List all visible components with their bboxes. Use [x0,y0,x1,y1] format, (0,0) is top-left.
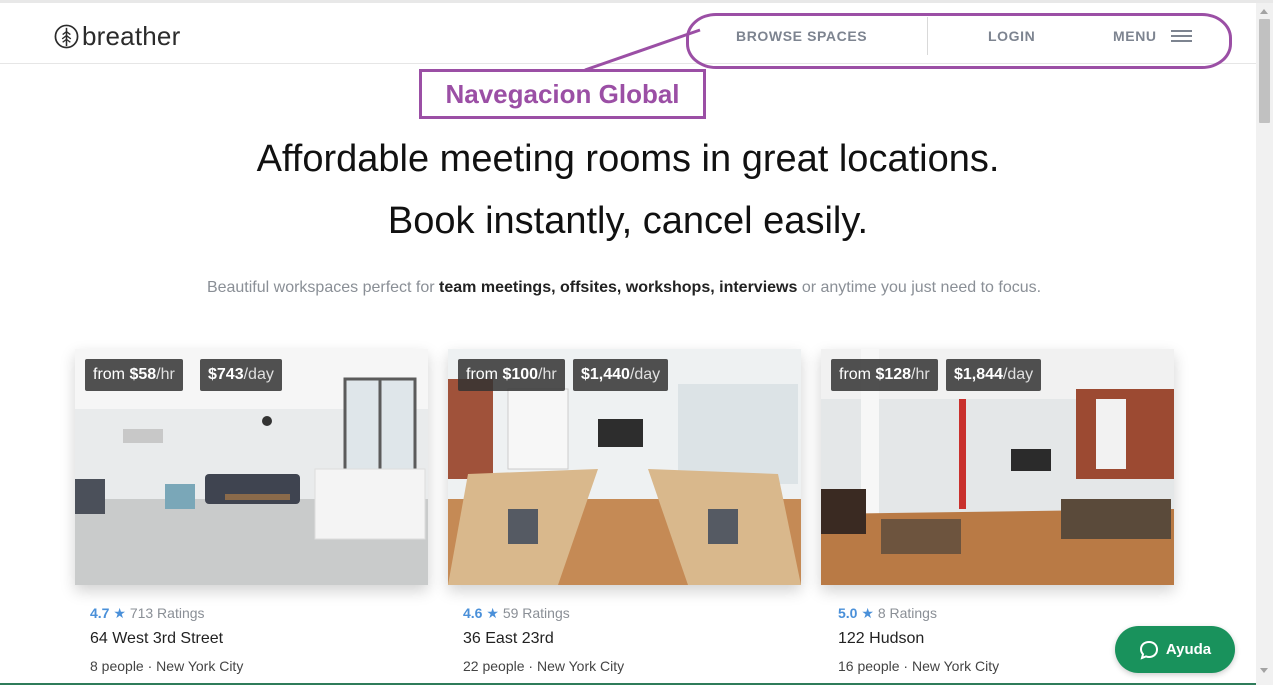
listing-address[interactable]: 36 East 23rd [463,630,554,648]
listing-address[interactable]: 64 West 3rd Street [90,630,223,648]
hourly-price-badge: from $100/hr [458,359,565,391]
help-label: Ayuda [1165,641,1212,658]
price-prefix: from [839,366,871,383]
listing-city: New York City [536,658,625,674]
daily-price: $1,440 [581,366,630,383]
listing-rating: 5.0 ★ 8 Ratings [838,605,937,622]
listing-capacity: 16 people [838,658,900,674]
listing-photo[interactable]: from $128/hr $1,844/day [821,349,1174,585]
hourly-unit: /hr [538,366,557,383]
daily-price-badge: $1,440/day [573,359,669,391]
description-text-end: or anytime you just need to focus. [797,279,1042,296]
hero-subheadline: Book instantly, cancel easily. [387,200,869,242]
listing-city: New York City [156,658,244,674]
scroll-down-arrow-icon[interactable] [1260,668,1268,673]
ratings-count: 8 Ratings [877,605,937,621]
listing-capacity: 22 people [463,658,525,674]
scrollbar-thumb[interactable] [1259,19,1270,123]
hourly-unit: /hr [911,366,930,383]
vertical-scrollbar[interactable] [1256,3,1273,685]
hero-headline: Affordable meeting rooms in great locati… [256,138,1000,180]
listing-meta: 8 people · New York City [90,658,243,674]
meta-separator: · [524,658,537,674]
hourly-price: $58 [129,366,157,383]
listing-rating: 4.6 ★ 59 Ratings [463,605,570,622]
ratings-count: 713 Ratings [129,605,205,621]
rating-score: 4.6 [463,605,483,621]
scroll-up-arrow-icon[interactable] [1260,9,1268,14]
star-icon: ★ [486,605,499,621]
ratings-count: 59 Ratings [502,605,570,621]
hero-description: Beautiful workspaces perfect for team me… [0,279,1248,297]
meta-separator: · [143,658,157,674]
listing-photo[interactable]: from $100/hr $1,440/day [448,349,801,585]
description-text-start: Beautiful workspaces perfect for [206,279,440,296]
daily-price-badge: $1,844/day [946,359,1042,391]
daily-price: $743 [208,366,244,383]
listing-meta: 22 people · New York City [463,658,624,674]
rating-score: 4.7 [90,605,110,621]
annotation-ellipse [686,13,1232,69]
listing-rating: 4.7 ★ 713 Ratings [90,605,205,622]
description-highlight: team meetings, offsites, workshops, inte… [439,279,798,296]
listing-photo[interactable]: from $58/hr $743/day [75,349,428,585]
price-prefix: from [93,366,125,383]
listing-capacity: 8 people [90,658,144,674]
meta-separator: · [899,658,912,674]
listing-address[interactable]: 122 Hudson [838,630,924,648]
listing-card[interactable]: from $100/hr $1,440/day 4.6 ★ 59 Ratings… [448,349,801,674]
hourly-unit: /hr [156,366,175,383]
star-icon: ★ [861,605,874,621]
annotation-label: Navegacion Global [419,69,706,119]
daily-price-badge: $743/day [200,359,282,391]
listing-meta: 16 people · New York City [838,658,999,674]
daily-unit: /day [629,366,661,383]
hourly-price-badge: from $128/hr [831,359,938,391]
hourly-price: $100 [502,366,539,383]
daily-unit: /day [1002,366,1034,383]
listing-card[interactable]: from $128/hr $1,844/day 5.0 ★ 8 Ratings … [821,349,1174,674]
listing-card[interactable]: from $58/hr $743/day 4.7 ★ 713 Ratings 6… [75,349,428,674]
hourly-price-badge: from $58/hr [85,359,183,391]
rating-score: 5.0 [838,605,858,621]
star-icon: ★ [113,605,126,621]
hourly-price: $128 [875,366,912,383]
daily-unit: /day [243,366,274,383]
annotation-connector [584,28,701,72]
price-prefix: from [466,366,498,383]
chat-bubble-icon [1139,640,1158,660]
help-chat-button[interactable]: Ayuda [1115,626,1235,673]
listing-city: New York City [911,658,1000,674]
daily-price: $1,844 [954,366,1003,383]
